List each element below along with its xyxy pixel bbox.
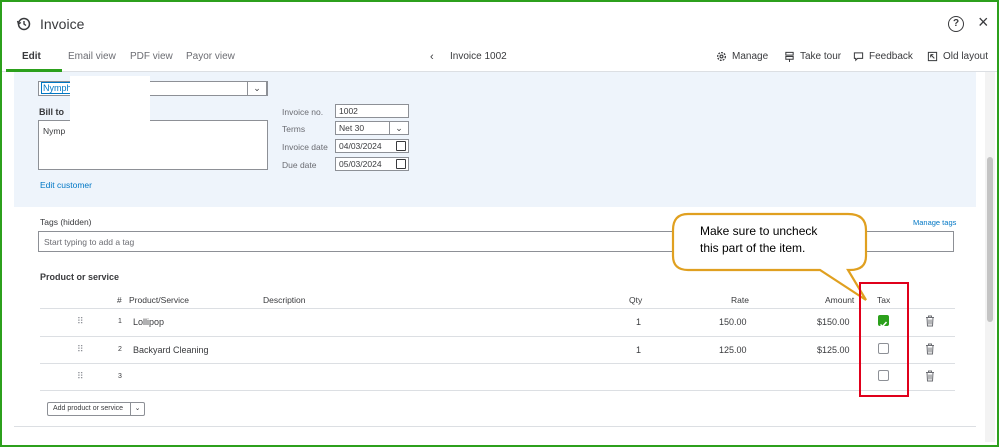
take-tour-button[interactable]: Take tour [784,51,841,62]
trash-icon[interactable] [925,315,935,327]
trash-icon[interactable] [925,370,935,382]
table-divider [40,363,955,364]
take-tour-label: Take tour [800,51,842,62]
chevron-down-icon[interactable]: ⌄ [389,121,409,135]
scrollbar-thumb[interactable] [987,157,993,322]
drag-handle-icon[interactable]: ⠿ [77,371,84,382]
tab-email-view[interactable]: Email view [68,51,116,62]
help-icon[interactable]: ? [948,16,964,32]
feedback-button[interactable]: Feedback [853,51,913,62]
gear-icon [717,52,726,61]
edit-customer-link[interactable]: Edit customer [40,180,92,190]
row-qty[interactable]: 1 [636,317,641,327]
window-title: Invoice [40,16,85,32]
invoice-number-nav: Invoice 1002 [450,51,507,62]
row-qty[interactable]: 1 [636,345,641,355]
calendar-icon[interactable] [396,141,406,151]
col-header-number: # [117,295,122,305]
callout-line-1: Make sure to uncheck [700,224,818,238]
title-bar: Invoice ? × [2,2,997,46]
terms-label: Terms [282,124,306,134]
redaction-block [70,76,150,124]
invoice-no-label: Invoice no. [282,107,324,117]
invoice-date-value: 04/03/2024 [339,141,382,151]
col-header-product: Product/Service [129,295,189,305]
customer-selected-value: Nymph [41,82,74,94]
due-date-value: 05/03/2024 [339,159,382,169]
tax-column-highlight [859,282,909,397]
row-number: 2 [118,346,122,353]
row-rate[interactable]: 125.00 [719,345,747,355]
table-divider [40,308,955,309]
bill-to-address[interactable]: Nymp [38,120,268,170]
manage-label: Manage [732,51,769,62]
tab-pdf-view[interactable]: PDF view [130,51,173,62]
drag-handle-icon[interactable]: ⠿ [77,344,84,355]
chevron-down-icon[interactable]: ⌄ [247,81,267,96]
row-product[interactable]: Backyard Cleaning [133,345,209,355]
manage-tags-link[interactable]: Manage tags [913,218,956,227]
manage-button[interactable]: Manage [716,51,768,62]
trash-icon[interactable] [925,343,935,355]
tags-label: Tags (hidden) [40,217,92,227]
history-icon[interactable] [16,16,32,32]
feedback-label: Feedback [869,51,913,62]
calendar-icon[interactable] [396,159,406,169]
signpost-icon [785,51,794,62]
section-divider [14,426,976,427]
tab-edit[interactable]: Edit [22,51,41,62]
invoice-date-input[interactable]: 04/03/2024 [335,139,409,153]
table-divider [40,336,955,337]
col-header-qty: Qty [629,295,643,305]
callout-line-2: this part of the item. [700,241,806,255]
invoice-no-input[interactable]: 1002 [335,104,409,118]
table-divider [40,390,955,391]
layout-switch-icon [927,51,938,62]
col-header-description: Description [263,295,306,305]
previous-invoice-icon[interactable]: ‹ [430,51,434,63]
old-layout-label: Old layout [943,51,989,62]
due-date-label: Due date [282,160,317,170]
product-section-title: Product or service [40,272,120,282]
row-number: 1 [118,318,122,325]
speech-bubble-icon [853,52,864,62]
row-number: 3 [118,373,122,380]
tab-payor-view[interactable]: Payor view [186,51,235,62]
drag-handle-icon[interactable]: ⠿ [77,316,84,327]
row-product[interactable]: Lollipop [133,317,164,327]
invoice-date-label: Invoice date [282,142,328,152]
due-date-input[interactable]: 05/03/2024 [335,157,409,171]
add-product-button[interactable]: Add product or service ⌄ [47,402,145,416]
bill-to-label: Bill to [39,107,64,117]
row-rate[interactable]: 150.00 [719,317,747,327]
callout-text: Make sure to uncheck this part of the it… [700,223,840,257]
close-icon[interactable]: × [978,12,989,32]
terms-value: Net 30 [339,123,365,133]
chevron-down-icon[interactable]: ⌄ [130,403,144,415]
row-amount: $150.00 [817,317,850,327]
terms-select[interactable]: Net 30 ⌄ [335,121,409,135]
add-product-label: Add product or service [53,405,124,412]
row-amount: $125.00 [817,345,850,355]
old-layout-button[interactable]: Old layout [927,51,988,62]
tab-bar: Edit Email view PDF view Payor view ‹ In… [2,46,997,72]
